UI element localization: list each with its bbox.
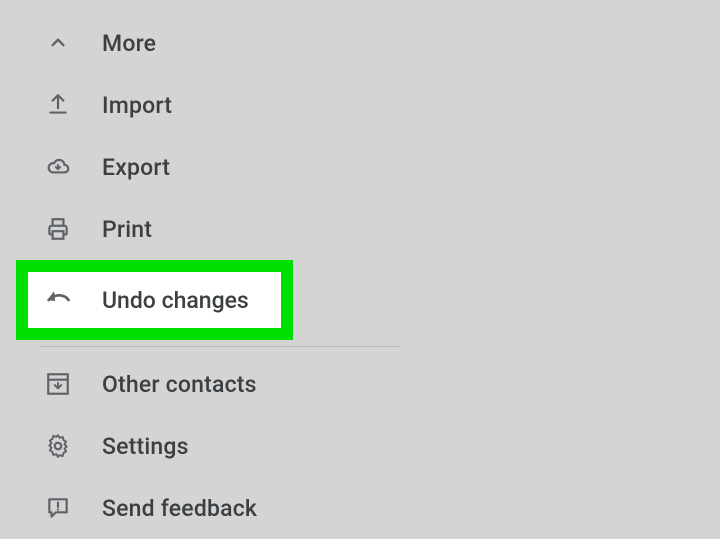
menu-item-export[interactable]: Export: [0, 136, 720, 198]
menu-item-import[interactable]: Import: [0, 74, 720, 136]
chevron-up-icon: [44, 29, 72, 57]
menu-label-import: Import: [102, 92, 172, 119]
print-icon: [44, 215, 72, 243]
undo-icon: [44, 286, 72, 314]
menu-label-print: Print: [102, 216, 152, 243]
gear-icon: [44, 432, 72, 460]
menu-label-settings: Settings: [102, 433, 189, 460]
menu-item-settings[interactable]: Settings: [0, 415, 720, 477]
sidebar-menu: More Import Export Print: [0, 0, 720, 539]
menu-label-export: Export: [102, 154, 170, 181]
feedback-icon: [44, 494, 72, 522]
menu-item-undo-changes[interactable]: Undo changes: [28, 272, 281, 328]
menu-item-print[interactable]: Print: [0, 198, 720, 260]
menu-item-other-contacts[interactable]: Other contacts: [0, 353, 720, 415]
menu-label-more: More: [102, 30, 156, 57]
cloud-download-icon: [44, 153, 72, 181]
menu-label-undo: Undo changes: [102, 287, 249, 314]
menu-label-other-contacts: Other contacts: [102, 371, 257, 398]
upload-icon: [44, 91, 72, 119]
menu-item-more[interactable]: More: [0, 12, 720, 74]
divider: [40, 346, 400, 347]
menu-item-send-feedback[interactable]: Send feedback: [0, 477, 720, 539]
menu-label-feedback: Send feedback: [102, 495, 257, 522]
highlight-box: Undo changes: [16, 260, 293, 340]
archive-icon: [44, 370, 72, 398]
